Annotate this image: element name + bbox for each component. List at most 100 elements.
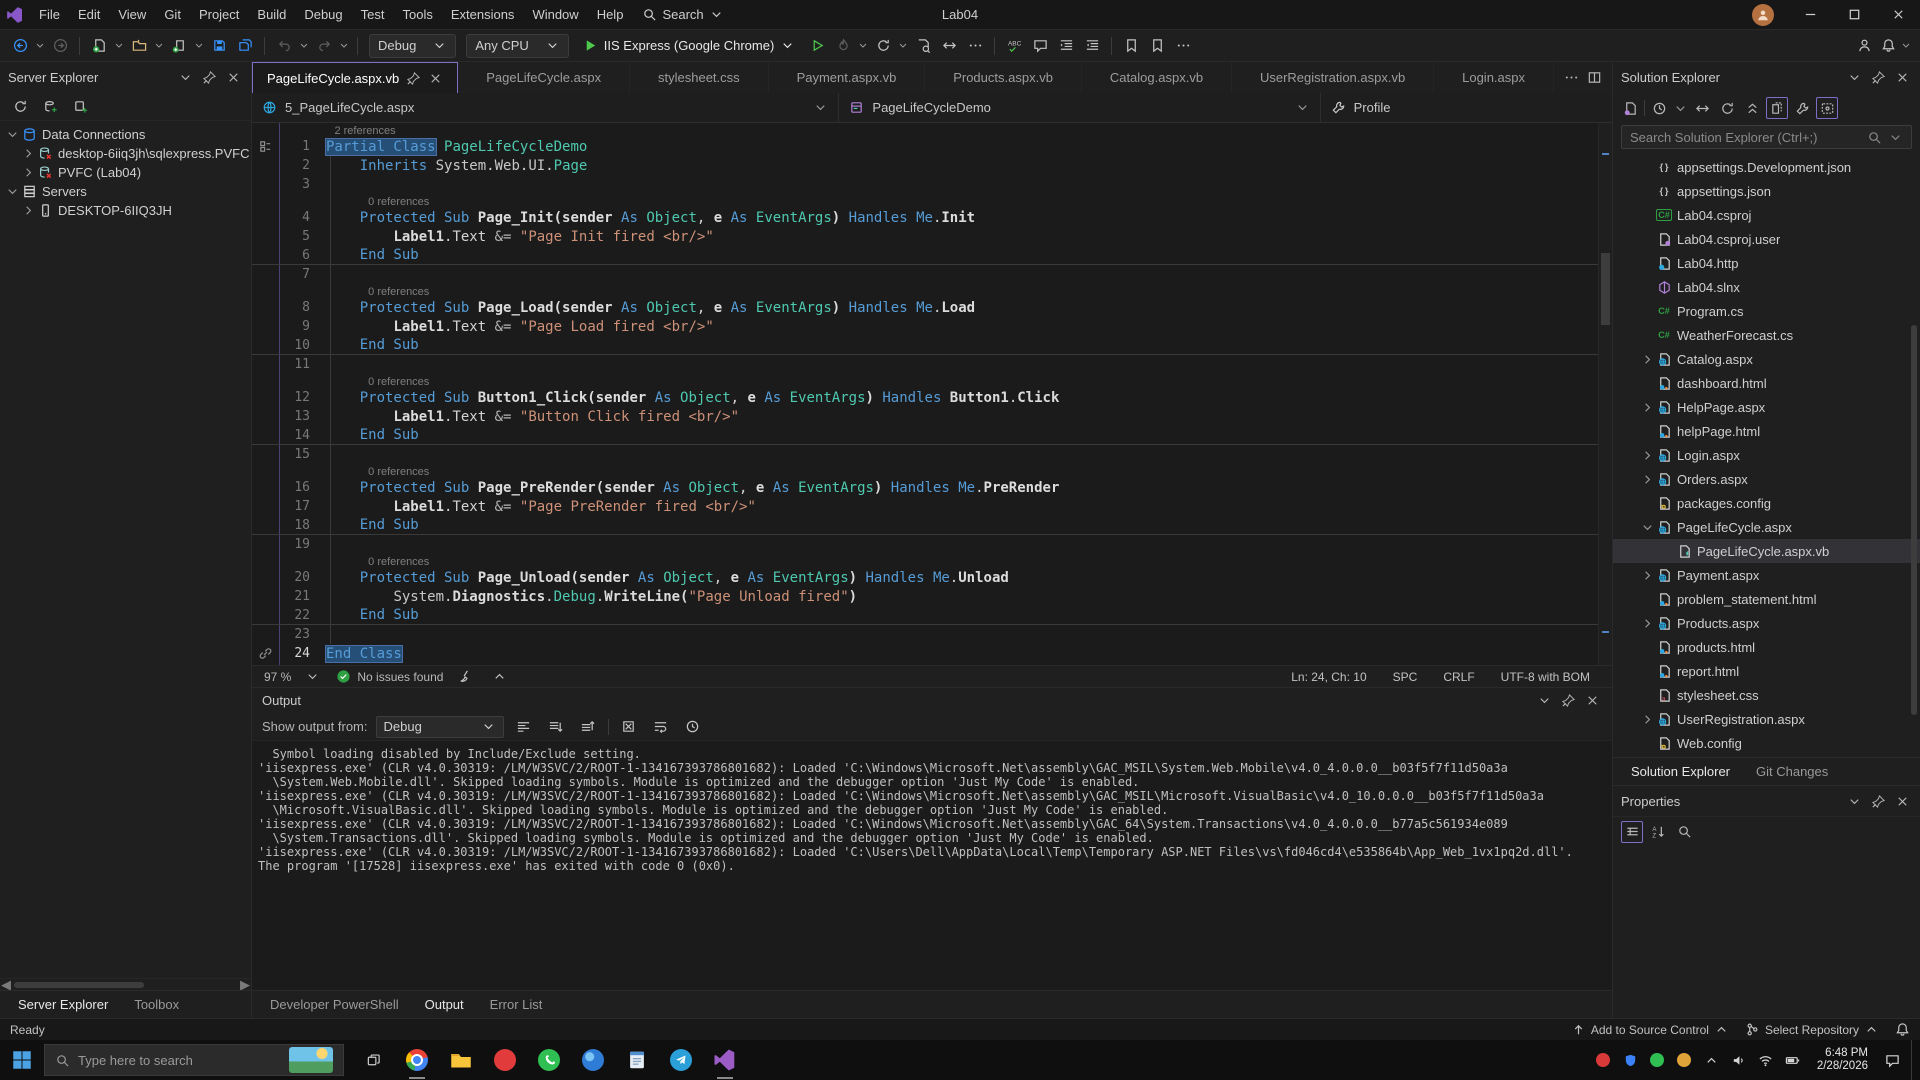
menu-build[interactable]: Build — [248, 0, 295, 30]
server-node-desktop-6iiq3jh-sqlexpress-pvfc[interactable]: desktop-6iiq3jh\sqlexpress.PVFC — [0, 144, 251, 163]
save-icon[interactable] — [207, 34, 231, 58]
collapse-arrow-icon[interactable] — [1639, 520, 1655, 535]
document-tab-catalog-aspx-vb[interactable]: Catalog.aspx.vb — [1082, 62, 1232, 93]
server-node-data-connections[interactable]: Data Connections — [0, 125, 251, 144]
close-button[interactable] — [1876, 0, 1920, 30]
scrollbar-thumb[interactable] — [14, 982, 144, 988]
code-line-7[interactable]: 7 — [252, 265, 1612, 284]
increase-indent-icon[interactable] — [1080, 34, 1104, 58]
chevron-up-icon[interactable] — [487, 665, 511, 689]
menu-project[interactable]: Project — [190, 0, 248, 30]
tab-output[interactable]: Output — [413, 992, 476, 1018]
chevron-down-icon[interactable] — [193, 34, 205, 58]
new-project-icon[interactable] — [87, 34, 111, 58]
word-wrap-icon[interactable] — [649, 715, 673, 739]
notification-center-icon[interactable] — [1884, 1052, 1901, 1069]
line-ending-mode[interactable]: CRLF — [1443, 670, 1474, 684]
solution-item-products-aspx[interactable]: Products.aspx — [1613, 611, 1920, 635]
chevron-down-icon[interactable] — [113, 34, 125, 58]
properties-wrench-icon[interactable] — [1791, 97, 1813, 119]
timestamp-icon[interactable] — [681, 715, 705, 739]
chevron-down-icon[interactable] — [1673, 101, 1688, 116]
menu-tools[interactable]: Tools — [393, 0, 441, 30]
preview-selected-items-icon[interactable] — [1816, 97, 1838, 119]
code-line-2[interactable]: 2 Inherits System.Web.UI.Page — [252, 156, 1612, 175]
solution-item-web-config[interactable]: Web.config — [1613, 731, 1920, 755]
server-node-servers[interactable]: Servers — [0, 182, 251, 201]
sync-namespaces-icon[interactable] — [937, 34, 961, 58]
pin-icon[interactable] — [199, 68, 219, 88]
taskbar-clock[interactable]: 6:48 PM 2/28/2026 — [1811, 1047, 1874, 1073]
tray-app-red-icon[interactable] — [1595, 1052, 1612, 1069]
close-icon[interactable] — [1892, 68, 1912, 88]
toggle-bookmark-icon[interactable] — [1119, 34, 1143, 58]
solution-item-lab04-csproj-user[interactable]: Lab04.csproj.user — [1613, 227, 1920, 251]
collapse-all-icon[interactable] — [1741, 97, 1763, 119]
save-all-icon[interactable] — [233, 34, 257, 58]
switch-views-icon[interactable] — [1619, 97, 1641, 119]
expand-arrow-icon[interactable] — [20, 203, 36, 218]
redo-icon[interactable] — [312, 34, 336, 58]
code-line-22[interactable]: 22 End Sub — [252, 606, 1612, 625]
start-debugging-button[interactable]: IIS Express (Google Chrome) — [575, 34, 804, 58]
vertical-scrollbar[interactable] — [1908, 155, 1920, 757]
document-tab-payment-aspx-vb[interactable]: Payment.aspx.vb — [769, 62, 926, 93]
tab-error-list[interactable]: Error List — [478, 992, 555, 1018]
code-line-3[interactable]: 3 — [252, 175, 1612, 194]
pin-icon[interactable] — [1558, 691, 1578, 711]
volume-icon[interactable] — [1730, 1052, 1747, 1069]
solution-item-lab04-slnx[interactable]: Lab04.slnx — [1613, 275, 1920, 299]
add-to-source-control-button[interactable]: Add to Source Control — [1571, 1022, 1729, 1037]
code-line-4[interactable]: 4 Protected Sub Page_Init(sender As Obje… — [252, 208, 1612, 227]
tab-overflow-icon[interactable] — [1564, 70, 1579, 85]
file-explorer-icon[interactable] — [448, 1047, 474, 1073]
toolbar-overflow-icon[interactable] — [1171, 34, 1195, 58]
document-tab-products-aspx-vb[interactable]: Products.aspx.vb — [925, 62, 1082, 93]
solution-item-packages-config[interactable]: packages.config — [1613, 491, 1920, 515]
output-log[interactable]: Symbol loading disabled by Include/Exclu… — [252, 741, 1612, 990]
collapse-arrow-icon[interactable] — [4, 127, 20, 142]
start-without-debugging-icon[interactable] — [805, 34, 829, 58]
expand-arrow-icon[interactable] — [1639, 448, 1655, 463]
code-line-20[interactable]: 20 Protected Sub Page_Unload(sender As O… — [252, 568, 1612, 587]
document-tab-pagelifecycle-aspx-vb[interactable]: PageLifeCycle.aspx.vb — [252, 62, 458, 93]
tray-whatsapp-icon[interactable] — [1649, 1052, 1666, 1069]
chevron-down-icon[interactable] — [34, 34, 46, 58]
pending-changes-filter-icon[interactable] — [1648, 97, 1670, 119]
solution-item-weatherforecast-cs[interactable]: C#WeatherForecast.cs — [1613, 323, 1920, 347]
document-tab-login-aspx[interactable]: Login.aspx — [1434, 62, 1554, 93]
show-desktop-button[interactable] — [1911, 1040, 1916, 1080]
expand-arrow-icon[interactable] — [20, 165, 36, 180]
expand-arrow-icon[interactable] — [1639, 400, 1655, 415]
alphabetical-sort-icon[interactable]: AZ — [1647, 821, 1669, 843]
menu-test[interactable]: Test — [352, 0, 394, 30]
goto-next-message-icon[interactable] — [576, 715, 600, 739]
properties-pages-icon[interactable] — [1673, 821, 1695, 843]
app-blue-icon[interactable] — [580, 1047, 606, 1073]
chevron-down-icon[interactable] — [897, 34, 909, 58]
chevron-down-icon[interactable] — [857, 34, 869, 58]
menu-view[interactable]: View — [109, 0, 155, 30]
solution-item-payment-aspx[interactable]: Payment.aspx — [1613, 563, 1920, 587]
output-source-dropdown[interactable]: Debug — [376, 716, 504, 738]
cursor-position[interactable]: Ln: 24, Ch: 10 — [1291, 670, 1366, 684]
chevron-down-icon[interactable] — [338, 34, 350, 58]
telegram-icon[interactable] — [668, 1047, 694, 1073]
solution-item-helppage-html[interactable]: helpPage.html — [1613, 419, 1920, 443]
close-icon[interactable] — [428, 71, 443, 86]
code-cleanup-icon[interactable] — [453, 665, 477, 689]
solution-item-lab04-http[interactable]: Lab04.http — [1613, 251, 1920, 275]
menu-edit[interactable]: Edit — [69, 0, 109, 30]
goto-previous-message-icon[interactable] — [544, 715, 568, 739]
navigate-back-icon[interactable] — [8, 34, 32, 58]
solution-item-catalog-aspx[interactable]: Catalog.aspx — [1613, 347, 1920, 371]
scrollbar-thumb[interactable] — [1601, 253, 1610, 325]
expand-arrow-icon[interactable] — [1639, 472, 1655, 487]
code-line-24[interactable]: 24End Class — [252, 644, 1612, 663]
solution-item-stylesheet-css[interactable]: astylesheet.css — [1613, 683, 1920, 707]
taskbar-search-box[interactable]: Type here to search — [44, 1044, 344, 1076]
sync-with-active-document-icon[interactable] — [1691, 97, 1713, 119]
close-icon[interactable] — [1892, 791, 1912, 811]
code-line-23[interactable]: 23 — [252, 625, 1612, 644]
notepad-icon[interactable] — [624, 1047, 650, 1073]
